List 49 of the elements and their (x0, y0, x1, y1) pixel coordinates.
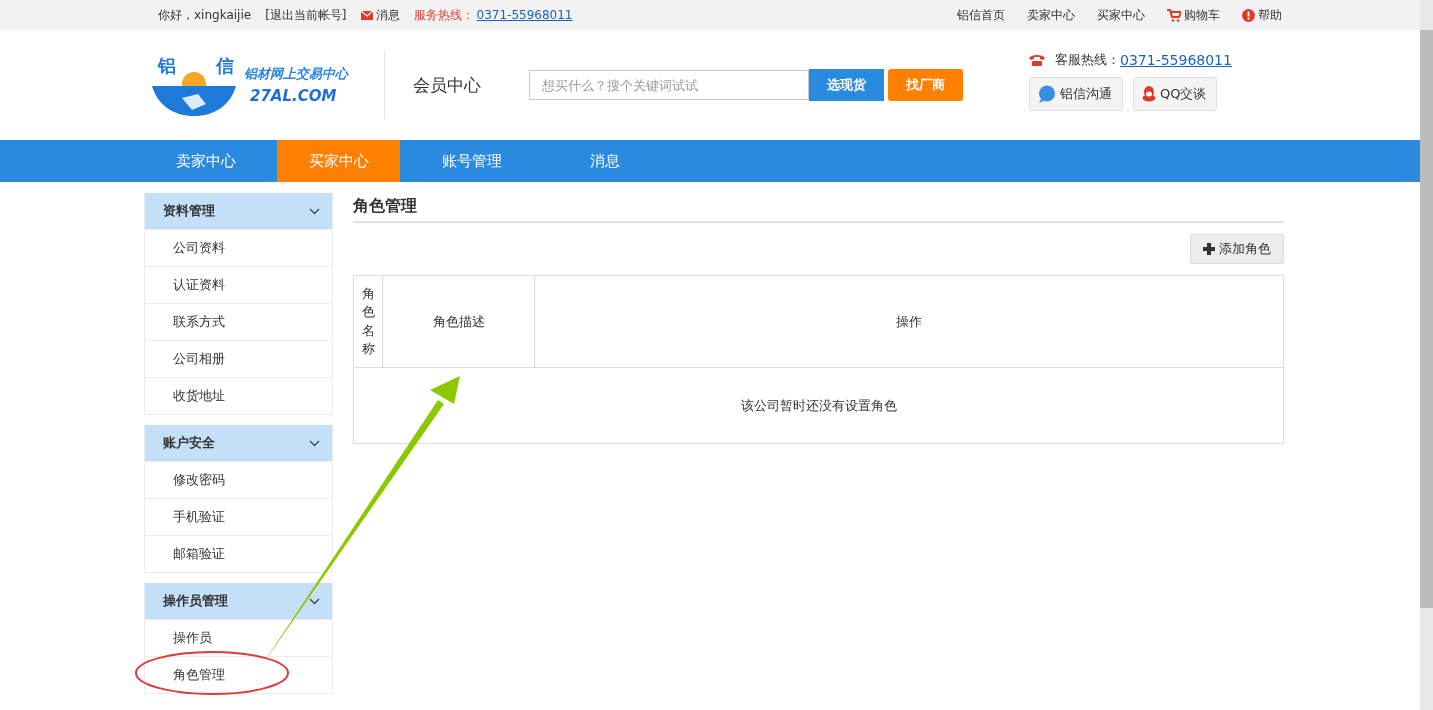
sidebar-group-header[interactable]: 操作员管理 (145, 583, 332, 619)
top-nav-link[interactable]: 帮助 (1242, 6, 1282, 24)
hotline-label: 服务热线： (413, 6, 474, 24)
site-logo[interactable]: 铝 信 铝材网上交易中心 27AL.COM (152, 46, 366, 124)
chevron-down-icon (309, 439, 320, 447)
envelope-icon (360, 10, 373, 20)
nav-tab[interactable]: 消息 (543, 140, 666, 182)
search-button[interactable]: 选现货 (809, 69, 884, 101)
greeting-text: 你好，xingkaijie (158, 6, 252, 24)
sidebar-item[interactable]: 认证资料 (145, 266, 332, 303)
messages-link[interactable]: 消息 (360, 6, 400, 24)
top-nav-link[interactable]: 卖家中心 (1027, 6, 1075, 24)
cart-icon (1167, 8, 1181, 22)
sidebar-item[interactable]: 公司资料 (145, 229, 332, 266)
sidebar-item[interactable]: 联系方式 (145, 303, 332, 340)
top-nav-link[interactable]: 购物车 (1167, 6, 1220, 24)
top-nav-link[interactable]: 铝信首页 (957, 6, 1005, 24)
nav-tab[interactable]: 账号管理 (410, 140, 533, 182)
chat-bubble-icon (1038, 85, 1056, 103)
sidebar-item[interactable]: 公司相册 (145, 340, 332, 377)
column-header: 角色名称 (354, 276, 383, 367)
search-field[interactable]: 想买什么？搜个关键词试试 (529, 70, 809, 100)
service-hotline-label: 客服热线： (1055, 51, 1120, 69)
section-title: 会员中心 (413, 73, 482, 97)
logout-link[interactable]: [退出当前帐号] (265, 6, 347, 24)
sidebar-group-header[interactable]: 账户安全 (145, 425, 332, 461)
top-nav-link[interactable]: 买家中心 (1097, 6, 1145, 24)
chat-button[interactable]: QQ交谈 (1133, 77, 1218, 111)
page-title: 角色管理 (353, 193, 1284, 223)
sidebar-item[interactable]: 修改密码 (145, 461, 332, 498)
empty-table-message: 该公司暂时还没有设置角色 (739, 396, 898, 415)
service-hotline-link[interactable]: 0371-55968011 (1120, 52, 1232, 68)
add-role-button[interactable]: 添加角色 (1190, 234, 1284, 264)
column-header: 操作 (895, 312, 923, 331)
scrollbar[interactable] (1420, 0, 1433, 710)
hotline-link[interactable]: 0371-55968011 (476, 8, 573, 22)
telephone-icon (1029, 54, 1045, 66)
sidebar-item[interactable]: 收货地址 (145, 377, 332, 414)
sidebar-group-header[interactable]: 资料管理 (145, 193, 332, 229)
alert-icon (1242, 8, 1255, 22)
nav-tab[interactable]: 卖家中心 (144, 140, 267, 182)
penguin-icon (1142, 86, 1156, 102)
column-header: 角色描述 (383, 276, 535, 367)
sidebar-item[interactable]: 角色管理 (145, 656, 332, 693)
chevron-down-icon (309, 597, 320, 605)
sidebar-item[interactable]: 手机验证 (145, 498, 332, 535)
chat-button[interactable]: 铝信沟通 (1029, 77, 1123, 111)
chevron-down-icon (309, 207, 320, 215)
plus-icon (1203, 243, 1215, 255)
